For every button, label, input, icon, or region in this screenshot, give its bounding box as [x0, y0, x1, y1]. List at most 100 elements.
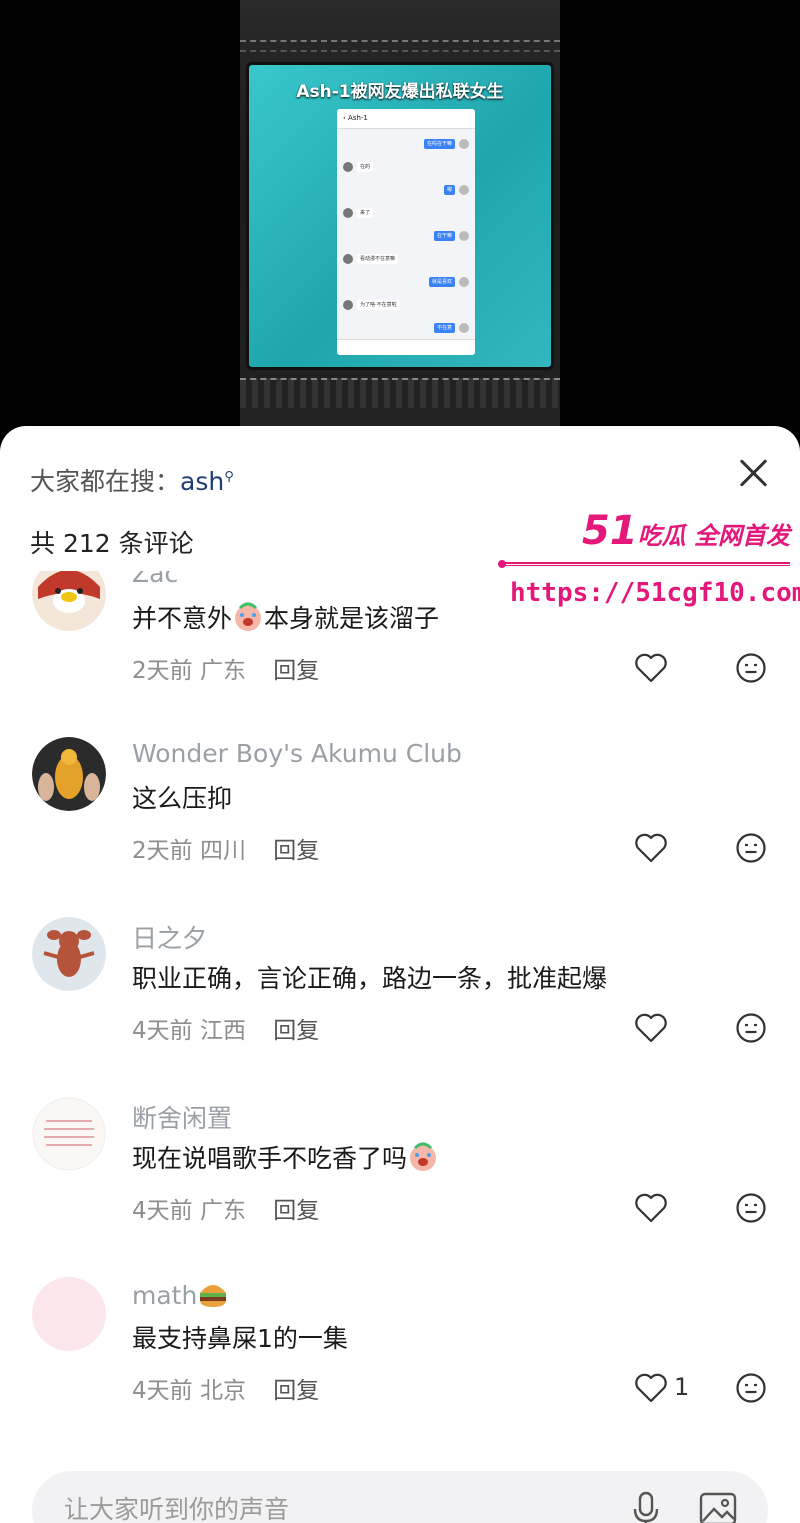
- comment-list[interactable]: Zac 并不意外本身就是该溜子 2天前 广东 回复 Wonder Boy's: [0, 571, 800, 1441]
- comment-meta: 2天前 四川 回复: [132, 831, 319, 865]
- comment-meta: 4天前 北京 回复: [132, 1371, 319, 1405]
- comment-time: 2天前: [132, 838, 193, 864]
- chat-avatar: [343, 254, 353, 264]
- comment-meta: 2天前 广东 回复: [132, 651, 319, 685]
- heart-icon[interactable]: [634, 831, 668, 865]
- comment-item: Wonder Boy's Akumu Club 这么压抑 2天前 四川 回复: [0, 731, 800, 911]
- comment-text: 并不意外 本身就是该溜子: [132, 602, 440, 633]
- comment-text: 最支持鼻屎1的一集: [132, 1324, 348, 1353]
- comment-location: 四川: [199, 838, 246, 864]
- comment-input-bar: [32, 1471, 768, 1523]
- comment-time: 4天前: [132, 1198, 193, 1224]
- comment-count: 共 212 条评论: [30, 529, 194, 558]
- comment-input[interactable]: [64, 1489, 604, 1523]
- comment-username[interactable]: math: [132, 1279, 229, 1310]
- like-count: 1: [674, 1373, 690, 1401]
- reply-button[interactable]: 回复: [273, 1198, 319, 1224]
- avatar[interactable]: [32, 1277, 106, 1351]
- chain-decoration-bottom: [240, 378, 560, 408]
- video-player[interactable]: Ash-1被网友爆出私联女生 ‹ Ash-1 在吗在干嘛在的嗯来了在干嘛看动漫不…: [0, 0, 800, 440]
- search-query[interactable]: ash: [180, 467, 224, 496]
- avatar[interactable]: [32, 571, 106, 631]
- chat-avatar: [343, 162, 353, 172]
- comment-location: 广东: [199, 1198, 246, 1224]
- comment-location: 江西: [199, 1018, 246, 1044]
- dislike-face-icon[interactable]: [735, 652, 767, 684]
- comment-location: 北京: [199, 1378, 246, 1404]
- chat-messages: 在吗在干嘛在的嗯来了在干嘛看动漫不在意嘛就是喜欢为了啥·不在意啦不在意行你不是个…: [337, 138, 475, 355]
- chat-message: 在吗在干嘛: [343, 138, 469, 152]
- chat-message: 在干嘛: [343, 230, 469, 244]
- chat-screenshot: ‹ Ash-1 在吗在干嘛在的嗯来了在干嘛看动漫不在意嘛就是喜欢为了啥·不在意啦…: [337, 109, 475, 355]
- chat-footer: [337, 339, 475, 355]
- heart-icon[interactable]: [634, 1011, 668, 1045]
- comment-time: 4天前: [132, 1378, 193, 1404]
- heart-icon[interactable]: [634, 1191, 668, 1225]
- video-title: Ash-1被网友爆出私联女生: [296, 82, 504, 102]
- reply-button[interactable]: 回复: [273, 838, 319, 864]
- chat-message: 为了啥·不在意啦: [343, 299, 469, 313]
- dislike-face-icon[interactable]: [735, 832, 767, 864]
- chat-bubble: 就是喜欢: [428, 277, 455, 287]
- chat-bubble: 嗯: [443, 185, 455, 195]
- reply-button[interactable]: 回复: [273, 1378, 319, 1404]
- dislike-face-icon[interactable]: [735, 1372, 767, 1404]
- comment-text: 这么压抑: [132, 784, 233, 813]
- chat-bubble: 在干嘛: [433, 231, 455, 241]
- avatar[interactable]: [32, 1097, 106, 1171]
- comment-meta: 4天前 江西 回复: [132, 1011, 319, 1045]
- chat-avatar: [459, 139, 469, 149]
- comment-time: 4天前: [132, 1018, 193, 1044]
- image-icon[interactable]: [698, 1489, 738, 1523]
- heart-icon[interactable]: [634, 1371, 668, 1405]
- comment-location: 广东: [199, 658, 246, 684]
- chat-bubble: 在的: [357, 162, 374, 172]
- chat-avatar: [459, 323, 469, 333]
- close-icon[interactable]: [732, 452, 774, 494]
- hamburger-icon: [200, 1285, 227, 1307]
- comment-item: math 最支持鼻屎1的一集 4天前 北京 回复 1: [0, 1271, 800, 1441]
- chat-message: 不在意: [343, 322, 469, 336]
- avatar[interactable]: [32, 737, 106, 811]
- chat-avatar: [459, 185, 469, 195]
- comment-item: 日之夕 职业正确，言论正确，路边一条，批准起爆 4天前 江西 回复: [0, 911, 800, 1091]
- comment-text: 现在说唱歌手不吃香了吗: [132, 1139, 439, 1175]
- dislike-face-icon[interactable]: [735, 1192, 767, 1224]
- chat-avatar: [343, 208, 353, 218]
- search-suggestion[interactable]: 大家都在搜：ash⚲: [30, 462, 234, 498]
- chat-avatar: [459, 277, 469, 287]
- chat-message: 在的: [343, 161, 469, 175]
- heart-icon[interactable]: [634, 651, 668, 685]
- chat-header: ‹ Ash-1: [337, 109, 475, 129]
- comment-time: 2天前: [132, 658, 193, 684]
- chat-bubble: 来了: [357, 208, 374, 218]
- crying-face-icon: [235, 602, 262, 631]
- avatar[interactable]: [32, 917, 106, 991]
- chat-message: 看动漫不在意嘛: [343, 253, 469, 267]
- comment-text: 职业正确，言论正确，路边一条，批准起爆: [132, 964, 608, 993]
- crying-face-icon: [410, 1142, 437, 1171]
- watermark-logo: 51吃瓜 全网首发: [581, 508, 790, 554]
- reply-button[interactable]: 回复: [273, 1018, 319, 1044]
- chat-bubble: 为了啥·不在意啦: [357, 300, 400, 310]
- comment-item: Zac 并不意外 本身就是该溜子 2天前 广东 回复: [0, 571, 800, 731]
- comment-item: 断舍闲置 现在说唱歌手不吃香了吗 4天前 广东 回复: [0, 1091, 800, 1271]
- chat-bubble: 不在意: [433, 323, 455, 333]
- chat-message: 就是喜欢: [343, 276, 469, 290]
- comment-username[interactable]: 日之夕: [132, 919, 207, 955]
- comment-username[interactable]: Wonder Boy's Akumu Club: [132, 739, 462, 768]
- comment-meta: 4天前 广东 回复: [132, 1191, 319, 1225]
- chat-contact-name: Ash-1: [348, 114, 368, 122]
- reply-button[interactable]: 回复: [273, 658, 319, 684]
- search-prefix: 大家都在搜：: [30, 467, 181, 496]
- dislike-face-icon[interactable]: [735, 1012, 767, 1044]
- video-frame: Ash-1被网友爆出私联女生 ‹ Ash-1 在吗在干嘛在的嗯来了在干嘛看动漫不…: [240, 0, 560, 440]
- comment-username[interactable]: Zac: [132, 571, 178, 588]
- comment-sheet: 大家都在搜：ash⚲ 共 212 条评论 51吃瓜 全网首发 https://5…: [0, 426, 800, 1523]
- search-icon: ⚲: [224, 469, 234, 485]
- chat-bubble: 在吗在干嘛: [423, 139, 455, 149]
- chat-message: 来了: [343, 207, 469, 221]
- comment-username[interactable]: 断舍闲置: [132, 1099, 232, 1135]
- microphone-icon[interactable]: [630, 1489, 662, 1523]
- chat-message: 嗯: [343, 184, 469, 198]
